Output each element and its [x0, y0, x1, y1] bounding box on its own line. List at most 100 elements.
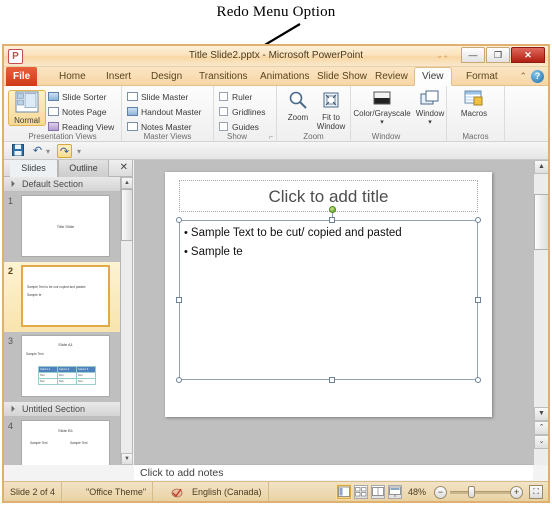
slide-thumbnail-2[interactable]: 2 Sample Text to be cut/ copied and past… — [4, 262, 120, 332]
reading-view-label: Reading View — [62, 122, 115, 132]
pane-scroll-thumb[interactable] — [121, 189, 133, 241]
window-controls: — ❐ ✕ — [461, 47, 545, 63]
resize-handle-bottom-center[interactable] — [329, 377, 335, 383]
section-header-untitled[interactable]: Untitled Section — [4, 402, 120, 417]
guides-label: Guides — [232, 122, 259, 132]
fit-slide-to-window-button[interactable]: ⛶ — [529, 485, 543, 499]
tab-format[interactable]: Format — [459, 67, 505, 86]
slide-thumbnail-1[interactable]: 1 Title Slide — [4, 192, 120, 262]
minimize-ribbon-icon[interactable]: ⌃ — [519, 71, 527, 82]
customize-qat-icon[interactable]: ▾ — [77, 147, 81, 156]
pane-scroll-down-button[interactable]: ▼ — [121, 453, 133, 465]
zoom-out-button[interactable]: − — [434, 486, 447, 499]
theme-name[interactable]: "Office Theme" — [80, 482, 154, 501]
resize-handle-bottom-left[interactable] — [176, 377, 182, 383]
slide-thumbnail-list[interactable]: Default Section 1 Title Slide 2 Sample T… — [4, 177, 120, 465]
normal-view-ribbon-button[interactable]: Normal — [8, 90, 46, 126]
previous-slide-button[interactable]: ⌃ — [534, 421, 548, 435]
reading-view-icon — [48, 122, 59, 131]
tab-transitions[interactable]: Transitions — [192, 67, 255, 86]
show-dialog-launcher-icon[interactable]: ⌐ — [269, 134, 273, 141]
fit-to-window-button[interactable]: Fit to Window — [313, 90, 349, 131]
undo-dropdown-icon[interactable]: ▾ — [46, 147, 50, 156]
powerpoint-window: P Title Slide2.pptx - Microsoft PowerPoi… — [2, 44, 550, 503]
guides-checkbox-box — [219, 122, 228, 131]
zoom-slider-knob[interactable] — [468, 486, 475, 498]
save-button[interactable] — [10, 144, 25, 158]
slide-show-button[interactable] — [388, 485, 402, 499]
slide-number-1: 1 — [8, 196, 14, 206]
reading-view-button[interactable] — [371, 485, 385, 499]
pane-scroll-up-button[interactable]: ▲ — [121, 177, 133, 189]
scroll-thumb[interactable] — [534, 194, 548, 250]
tab-review[interactable]: Review — [368, 67, 415, 86]
maximize-button[interactable]: ❐ — [486, 47, 510, 63]
tab-animations[interactable]: Animations — [253, 67, 316, 86]
resize-handle-top-left[interactable] — [176, 217, 182, 223]
resize-handle-bottom-right[interactable] — [475, 377, 481, 383]
zoom-percentage[interactable]: 48% — [408, 482, 426, 501]
normal-view-button[interactable] — [337, 485, 351, 499]
section-header-default[interactable]: Default Section — [4, 177, 120, 192]
slide-canvas[interactable]: Click to add title Sample Text to be cut… — [165, 172, 492, 417]
tab-view[interactable]: View — [414, 67, 452, 86]
window-button[interactable]: Window ▾ — [413, 90, 447, 126]
scroll-up-button[interactable]: ▲ — [534, 160, 548, 174]
next-slide-button[interactable]: ⌄ — [534, 435, 548, 449]
slide-sorter-view-button[interactable] — [354, 485, 368, 499]
slide-editor-workspace: Click to add title Sample Text to be cut… — [134, 160, 533, 465]
slide-thumbnail-3[interactable]: 3 Slide A1 Sample Text Column 1 Column 2… — [4, 332, 120, 402]
slide-thumbnail-4[interactable]: 4 Slide B1 Sample Text Sample Text — [4, 417, 120, 465]
title-bar: P Title Slide2.pptx - Microsoft PowerPoi… — [4, 46, 548, 67]
notes-page-button[interactable]: Notes Page — [48, 106, 106, 118]
pane-scrollbar[interactable]: ▲ ▼ — [120, 177, 133, 465]
notes-page-icon — [48, 107, 59, 116]
normal-view-ribbon-label: Normal — [14, 116, 40, 125]
resize-handle-middle-right[interactable] — [475, 297, 481, 303]
tab-slides[interactable]: Slides — [10, 160, 58, 177]
gridlines-checkbox[interactable]: Gridlines — [219, 106, 266, 118]
tab-outline[interactable]: Outline — [58, 160, 109, 177]
vertical-scrollbar[interactable]: ▲ ▼ ⌃ ⌄ — [533, 160, 548, 465]
tab-insert[interactable]: Insert — [99, 67, 138, 86]
notes-pane[interactable]: Click to add notes — [134, 464, 533, 480]
group-master-views: Slide Master Handout Master Notes Master… — [122, 86, 214, 142]
slide-counter[interactable]: Slide 2 of 4 — [4, 482, 63, 501]
undo-button[interactable]: ↶ — [30, 144, 45, 158]
content-placeholder-selected[interactable]: Sample Text to be cut/ copied and pasted… — [179, 220, 478, 380]
zoom-button[interactable]: Zoom — [279, 90, 317, 122]
rotation-handle[interactable] — [329, 206, 336, 213]
color-grayscale-dropdown-icon[interactable]: ▾ — [353, 118, 411, 126]
color-grayscale-button[interactable]: Color/Grayscale ▾ — [353, 90, 411, 126]
tab-design[interactable]: Design — [144, 67, 189, 86]
resize-handle-middle-left[interactable] — [176, 297, 182, 303]
slide-sorter-button[interactable]: Slide Sorter — [48, 91, 106, 103]
macros-button[interactable]: Macros — [455, 90, 493, 118]
close-button[interactable]: ✕ — [511, 47, 545, 63]
thumb-title-3: Slide A1 — [58, 342, 73, 347]
tab-file[interactable]: File — [6, 67, 38, 86]
scroll-down-button[interactable]: ▼ — [534, 407, 548, 421]
redo-button[interactable]: ↷ — [57, 144, 72, 158]
zoom-in-button[interactable]: + — [510, 486, 523, 499]
language-indicator[interactable]: English (Canada) — [186, 482, 269, 501]
resize-handle-top-right[interactable] — [475, 217, 481, 223]
zoom-slider-track[interactable] — [450, 491, 512, 494]
close-pane-icon[interactable]: ✕ — [120, 162, 128, 173]
ruler-checkbox[interactable]: Ruler — [219, 91, 252, 103]
slide-preview-3: Slide A1 Sample Text Column 1 Column 2 C… — [21, 335, 110, 397]
window-label: Window — [415, 109, 445, 118]
resize-handle-top-center[interactable] — [329, 217, 335, 223]
window-dropdown-icon[interactable]: ▾ — [413, 118, 447, 126]
help-icon[interactable]: ? — [531, 70, 544, 83]
minimize-button[interactable]: — — [461, 47, 485, 63]
group-presentation-views: Normal Slide Sorter Notes Page Reading V… — [4, 86, 122, 142]
qat-overflow-icon[interactable]: ⌄₊ — [436, 50, 448, 61]
color-grayscale-icon — [353, 90, 411, 108]
tab-home[interactable]: Home — [52, 67, 93, 86]
slide-master-button[interactable]: Slide Master — [127, 91, 188, 103]
spell-check-icon[interactable] — [171, 486, 183, 498]
handout-master-button[interactable]: Handout Master — [127, 106, 201, 118]
status-bar: Slide 2 of 4 "Office Theme" English (Can… — [4, 481, 548, 501]
tab-slide-show[interactable]: Slide Show — [310, 67, 374, 86]
